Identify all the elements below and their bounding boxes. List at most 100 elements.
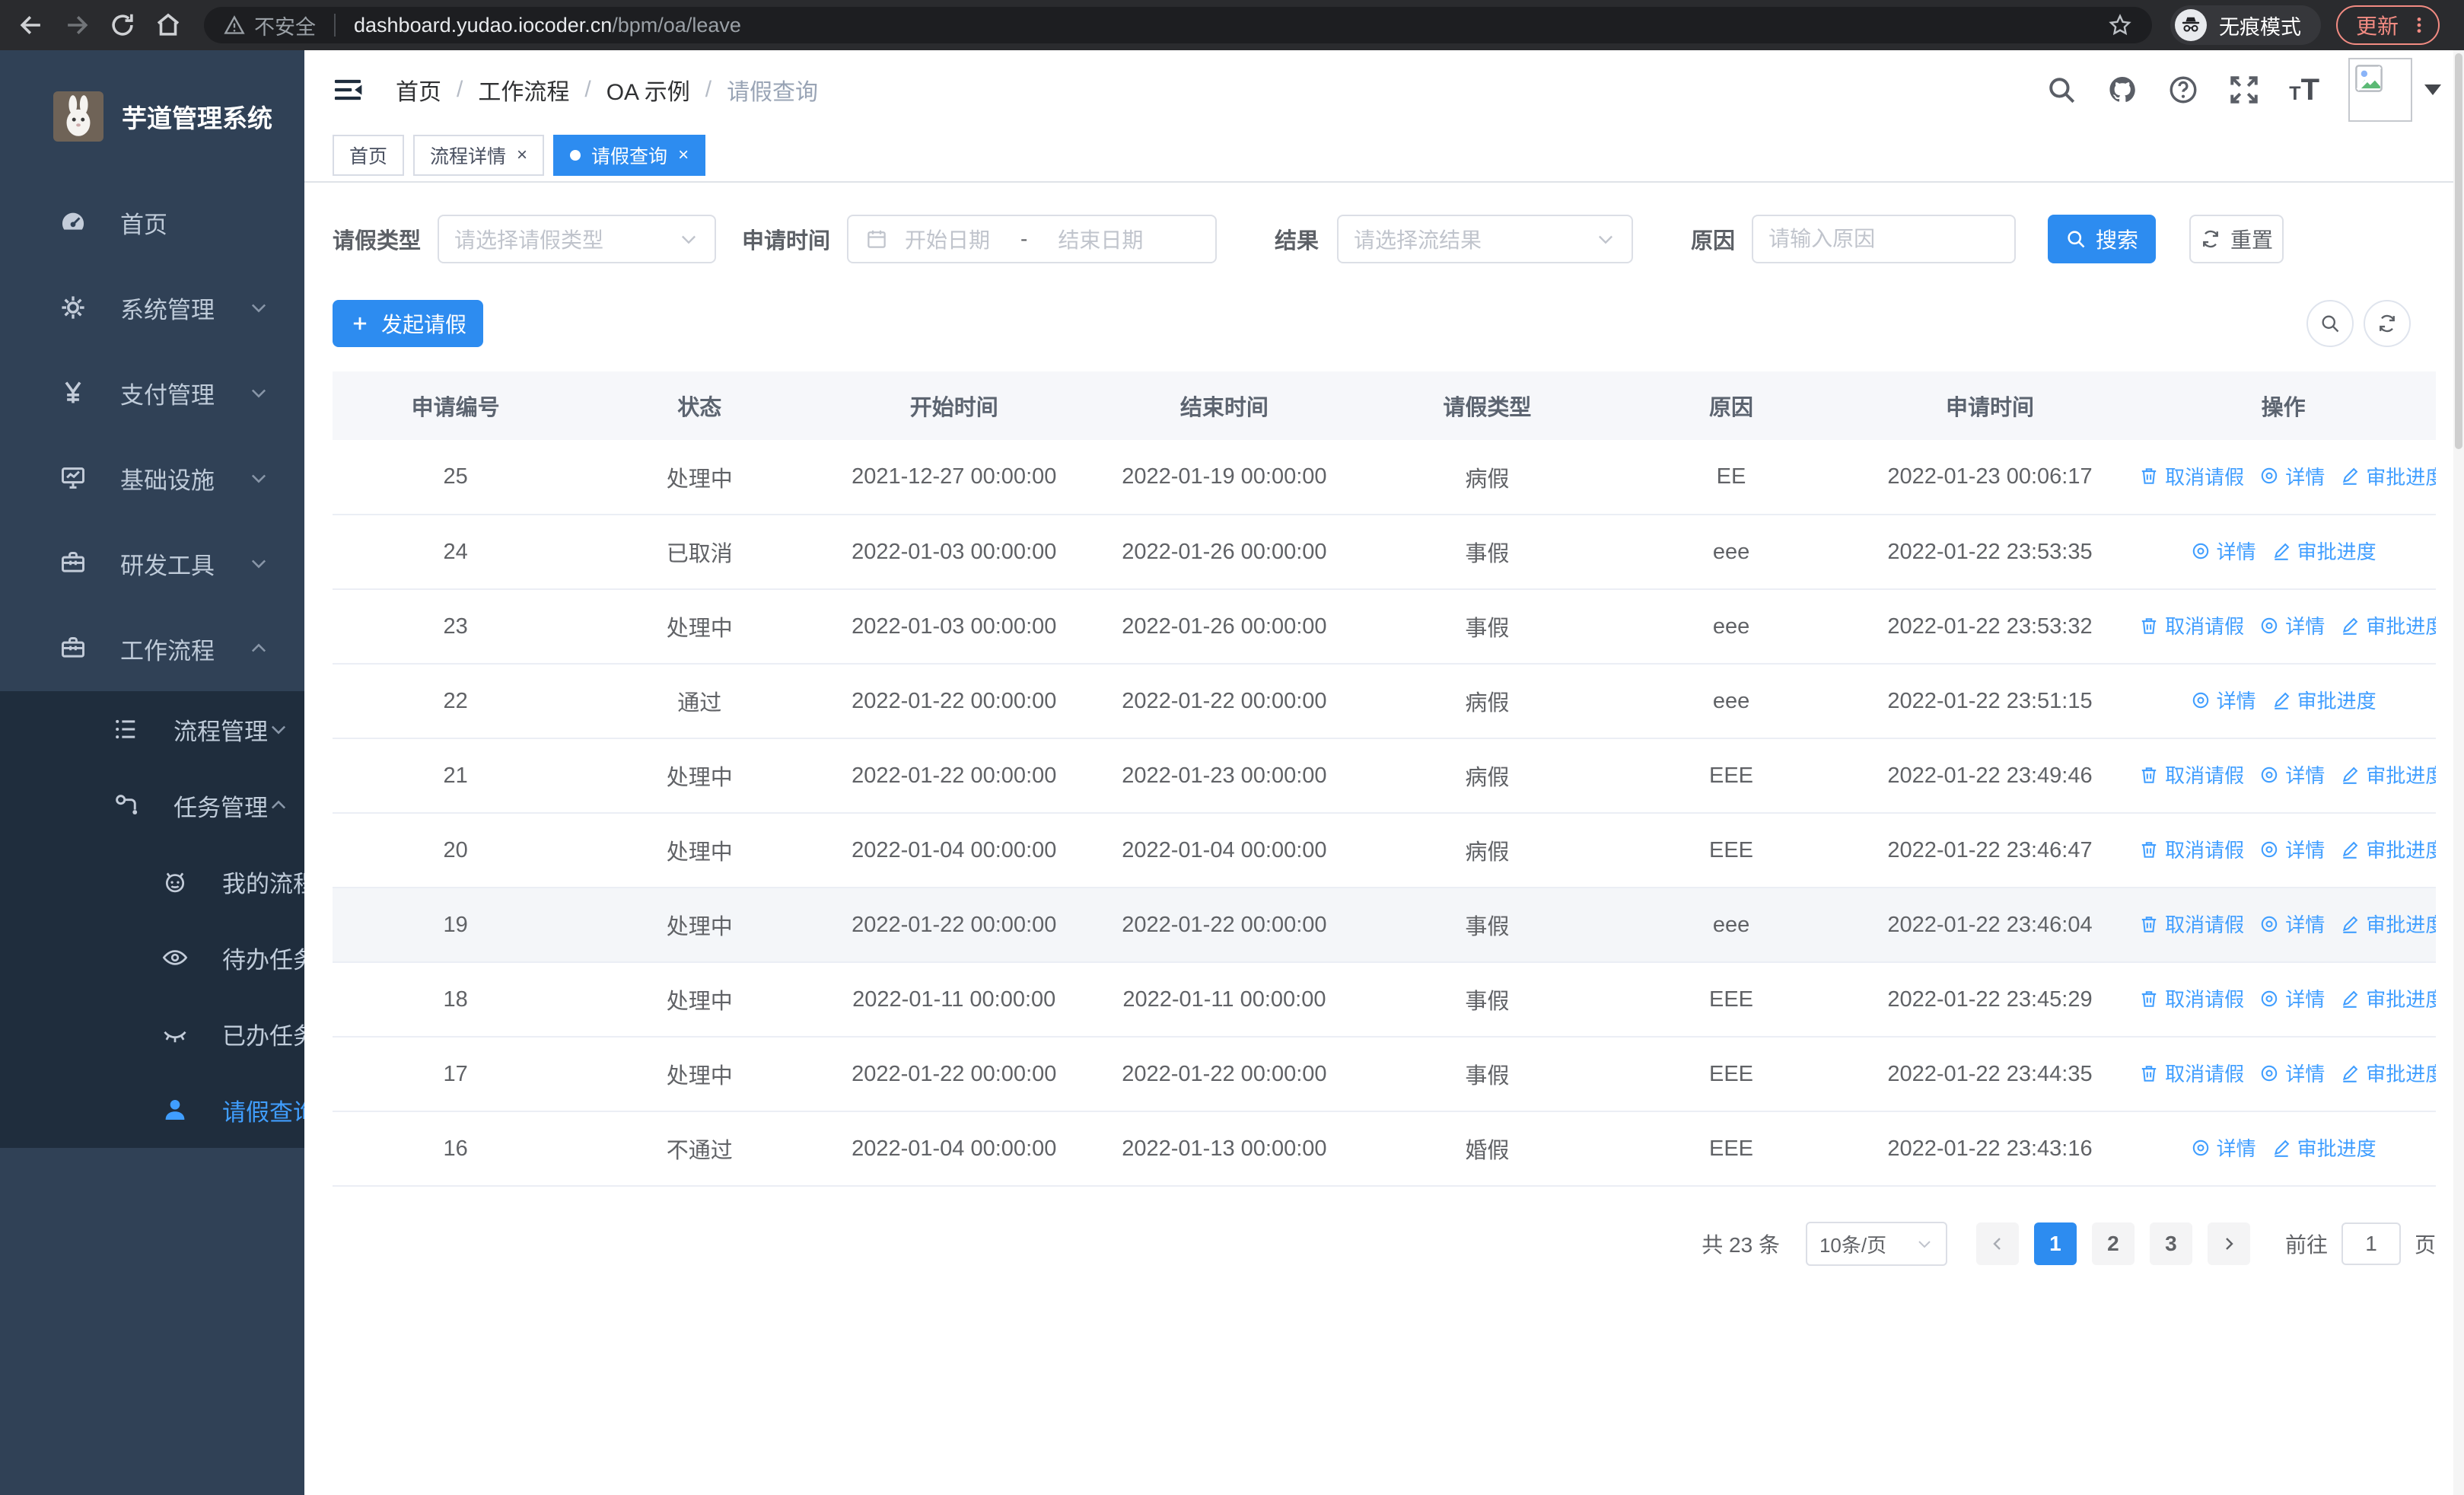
page-button-2[interactable]: 2 (2091, 1222, 2135, 1265)
progress-action-link[interactable]: 审批进度 (2271, 686, 2376, 714)
avatar-dropdown-caret-icon[interactable] (2424, 84, 2441, 95)
detail-action-link[interactable]: 详情 (2259, 462, 2325, 490)
detail-action-link[interactable]: 详情 (2259, 611, 2325, 639)
tab-请假查询[interactable]: 请假查询 × (553, 135, 706, 176)
progress-action-link[interactable]: 审批进度 (2271, 1133, 2376, 1162)
sidebar-item-infrastructure[interactable]: 基础设施 (0, 435, 304, 521)
page-button-3[interactable]: 3 (2149, 1222, 2192, 1265)
browser-menu-icon[interactable] (2409, 14, 2429, 37)
cell-id: 18 (333, 962, 579, 1038)
app-logo[interactable]: 芋道管理系统 (0, 50, 304, 164)
url-host[interactable]: dashboard.yudao.iocoder.cn (354, 14, 612, 37)
date-end-placeholder[interactable]: 结束日期 (1058, 224, 1143, 254)
scrollbar-thumb[interactable] (2455, 53, 2462, 449)
help-icon[interactable] (2167, 74, 2199, 106)
security-label[interactable]: 不安全 (254, 11, 316, 40)
github-icon[interactable] (2106, 74, 2138, 106)
progress-action-link[interactable]: 审批进度 (2340, 835, 2436, 863)
progress-action-link[interactable]: 审批进度 (2340, 611, 2436, 639)
detail-action-label: 详情 (2285, 465, 2326, 489)
detail-action-link[interactable]: 详情 (2259, 1059, 2325, 1087)
cancel-action-link[interactable]: 取消请假 (2139, 611, 2244, 639)
detail-action-link[interactable]: 详情 (2191, 537, 2256, 565)
reason-input[interactable] (1752, 215, 2017, 263)
goto-page-input[interactable] (2341, 1222, 2401, 1265)
cell-status: 处理中 (578, 738, 821, 814)
next-page-button[interactable] (2207, 1222, 2250, 1265)
font-size-icon[interactable]: TT (2289, 73, 2319, 107)
sidebar-item-label: 流程管理 (173, 718, 268, 745)
result-placeholder: 请选择流结果 (1354, 228, 1482, 252)
apply-time-range-picker[interactable]: 开始日期 - 结束日期 (847, 215, 1218, 263)
browser-back-icon[interactable] (17, 11, 46, 40)
cancel-action-link[interactable]: 取消请假 (2139, 462, 2244, 490)
cancel-action-link[interactable]: 取消请假 (2139, 984, 2244, 1012)
detail-action-link[interactable]: 详情 (2259, 984, 2325, 1012)
url-bar[interactable]: 不安全 dashboard.yudao.iocoder.cn/bpm/oa/le… (204, 7, 2152, 43)
column-header: 原因 (1613, 371, 1849, 440)
sidebar-item-leave-query[interactable]: 请假查询 (0, 1072, 317, 1148)
sidebar-item-home[interactable]: 首页 (0, 180, 304, 265)
create-leave-button[interactable]: 发起请假 (333, 300, 483, 347)
browser-update-button[interactable]: 更新 (2336, 5, 2440, 45)
progress-action-link[interactable]: 审批进度 (2340, 910, 2436, 938)
breadcrumb-item[interactable]: 首页 (396, 73, 441, 107)
url-path[interactable]: /bpm/oa/leave (612, 14, 741, 37)
monitor-icon (59, 464, 87, 492)
date-start-placeholder[interactable]: 开始日期 (905, 224, 990, 254)
progress-action-link[interactable]: 审批进度 (2340, 760, 2436, 789)
tab-close-icon[interactable]: × (678, 146, 689, 164)
cell-status: 处理中 (578, 440, 821, 515)
sidebar-item-label: 我的流程 (222, 870, 317, 897)
sidebar-item-payment-management[interactable]: 支付管理 (0, 350, 304, 435)
cancel-action-link[interactable]: 取消请假 (2139, 910, 2244, 938)
toggle-search-button[interactable] (2306, 300, 2354, 347)
sidebar-item-dev-tools[interactable]: 研发工具 (0, 521, 304, 606)
sidebar-item-task-management[interactable]: 任务管理 (0, 767, 304, 843)
header-search-icon[interactable] (2045, 74, 2077, 106)
sidebar-item-my-process[interactable]: 我的流程 (0, 843, 317, 920)
cell-id: 24 (333, 515, 579, 590)
sidebar-item-todo-tasks[interactable]: 待办任务 (0, 920, 317, 996)
breadcrumb-item[interactable]: OA 示例 (606, 73, 690, 107)
cell-type: 婚假 (1361, 1111, 1614, 1187)
detail-action-link[interactable]: 详情 (2259, 910, 2325, 938)
progress-action-link[interactable]: 审批进度 (2271, 537, 2376, 565)
cancel-action-link[interactable]: 取消请假 (2139, 835, 2244, 863)
sidebar-item-system-management[interactable]: 系统管理 (0, 265, 304, 350)
detail-action-link[interactable]: 详情 (2191, 686, 2256, 714)
browser-forward-icon[interactable] (62, 11, 91, 40)
user-avatar[interactable] (2348, 58, 2412, 122)
browser-home-icon[interactable] (154, 11, 183, 40)
page-size-select[interactable]: 10条/页 (1805, 1222, 1947, 1266)
page-scrollbar[interactable] (2453, 50, 2464, 1495)
detail-action-link[interactable]: 详情 (2259, 760, 2325, 789)
progress-action-link[interactable]: 审批进度 (2340, 462, 2436, 490)
edit-icon (2340, 914, 2360, 934)
sidebar-item-workflow[interactable]: 工作流程 (0, 606, 304, 691)
progress-action-link[interactable]: 审批进度 (2340, 984, 2436, 1012)
search-button[interactable]: 搜索 (2048, 215, 2157, 263)
leave-type-select[interactable]: 请选择请假类型 (438, 215, 717, 263)
sidebar-item-done-tasks[interactable]: 已办任务 (0, 996, 317, 1072)
tab-流程详情[interactable]: 流程详情 × (413, 135, 545, 176)
detail-action-link[interactable]: 详情 (2259, 835, 2325, 863)
progress-action-link[interactable]: 审批进度 (2340, 1059, 2436, 1087)
detail-action-link[interactable]: 详情 (2191, 1133, 2256, 1162)
sidebar-item-process-management[interactable]: 流程管理 (0, 691, 304, 767)
browser-reload-icon[interactable] (108, 11, 137, 40)
prev-page-button[interactable] (1975, 1222, 2019, 1265)
refresh-table-button[interactable] (2364, 300, 2411, 347)
progress-action-label: 审批进度 (2366, 465, 2436, 489)
page-button-1[interactable]: 1 (2033, 1222, 2077, 1265)
tab-close-icon[interactable]: × (517, 146, 527, 164)
breadcrumb-item[interactable]: 工作流程 (478, 73, 569, 107)
cancel-action-link[interactable]: 取消请假 (2139, 1059, 2244, 1087)
tab-首页[interactable]: 首页 (333, 135, 405, 176)
result-select[interactable]: 请选择流结果 (1337, 215, 1634, 263)
bookmark-star-icon[interactable] (2108, 13, 2132, 37)
cancel-action-link[interactable]: 取消请假 (2139, 760, 2244, 789)
reset-button[interactable]: 重置 (2189, 215, 2284, 263)
fullscreen-icon[interactable] (2228, 74, 2260, 106)
sidebar-collapse-icon[interactable] (332, 74, 364, 106)
